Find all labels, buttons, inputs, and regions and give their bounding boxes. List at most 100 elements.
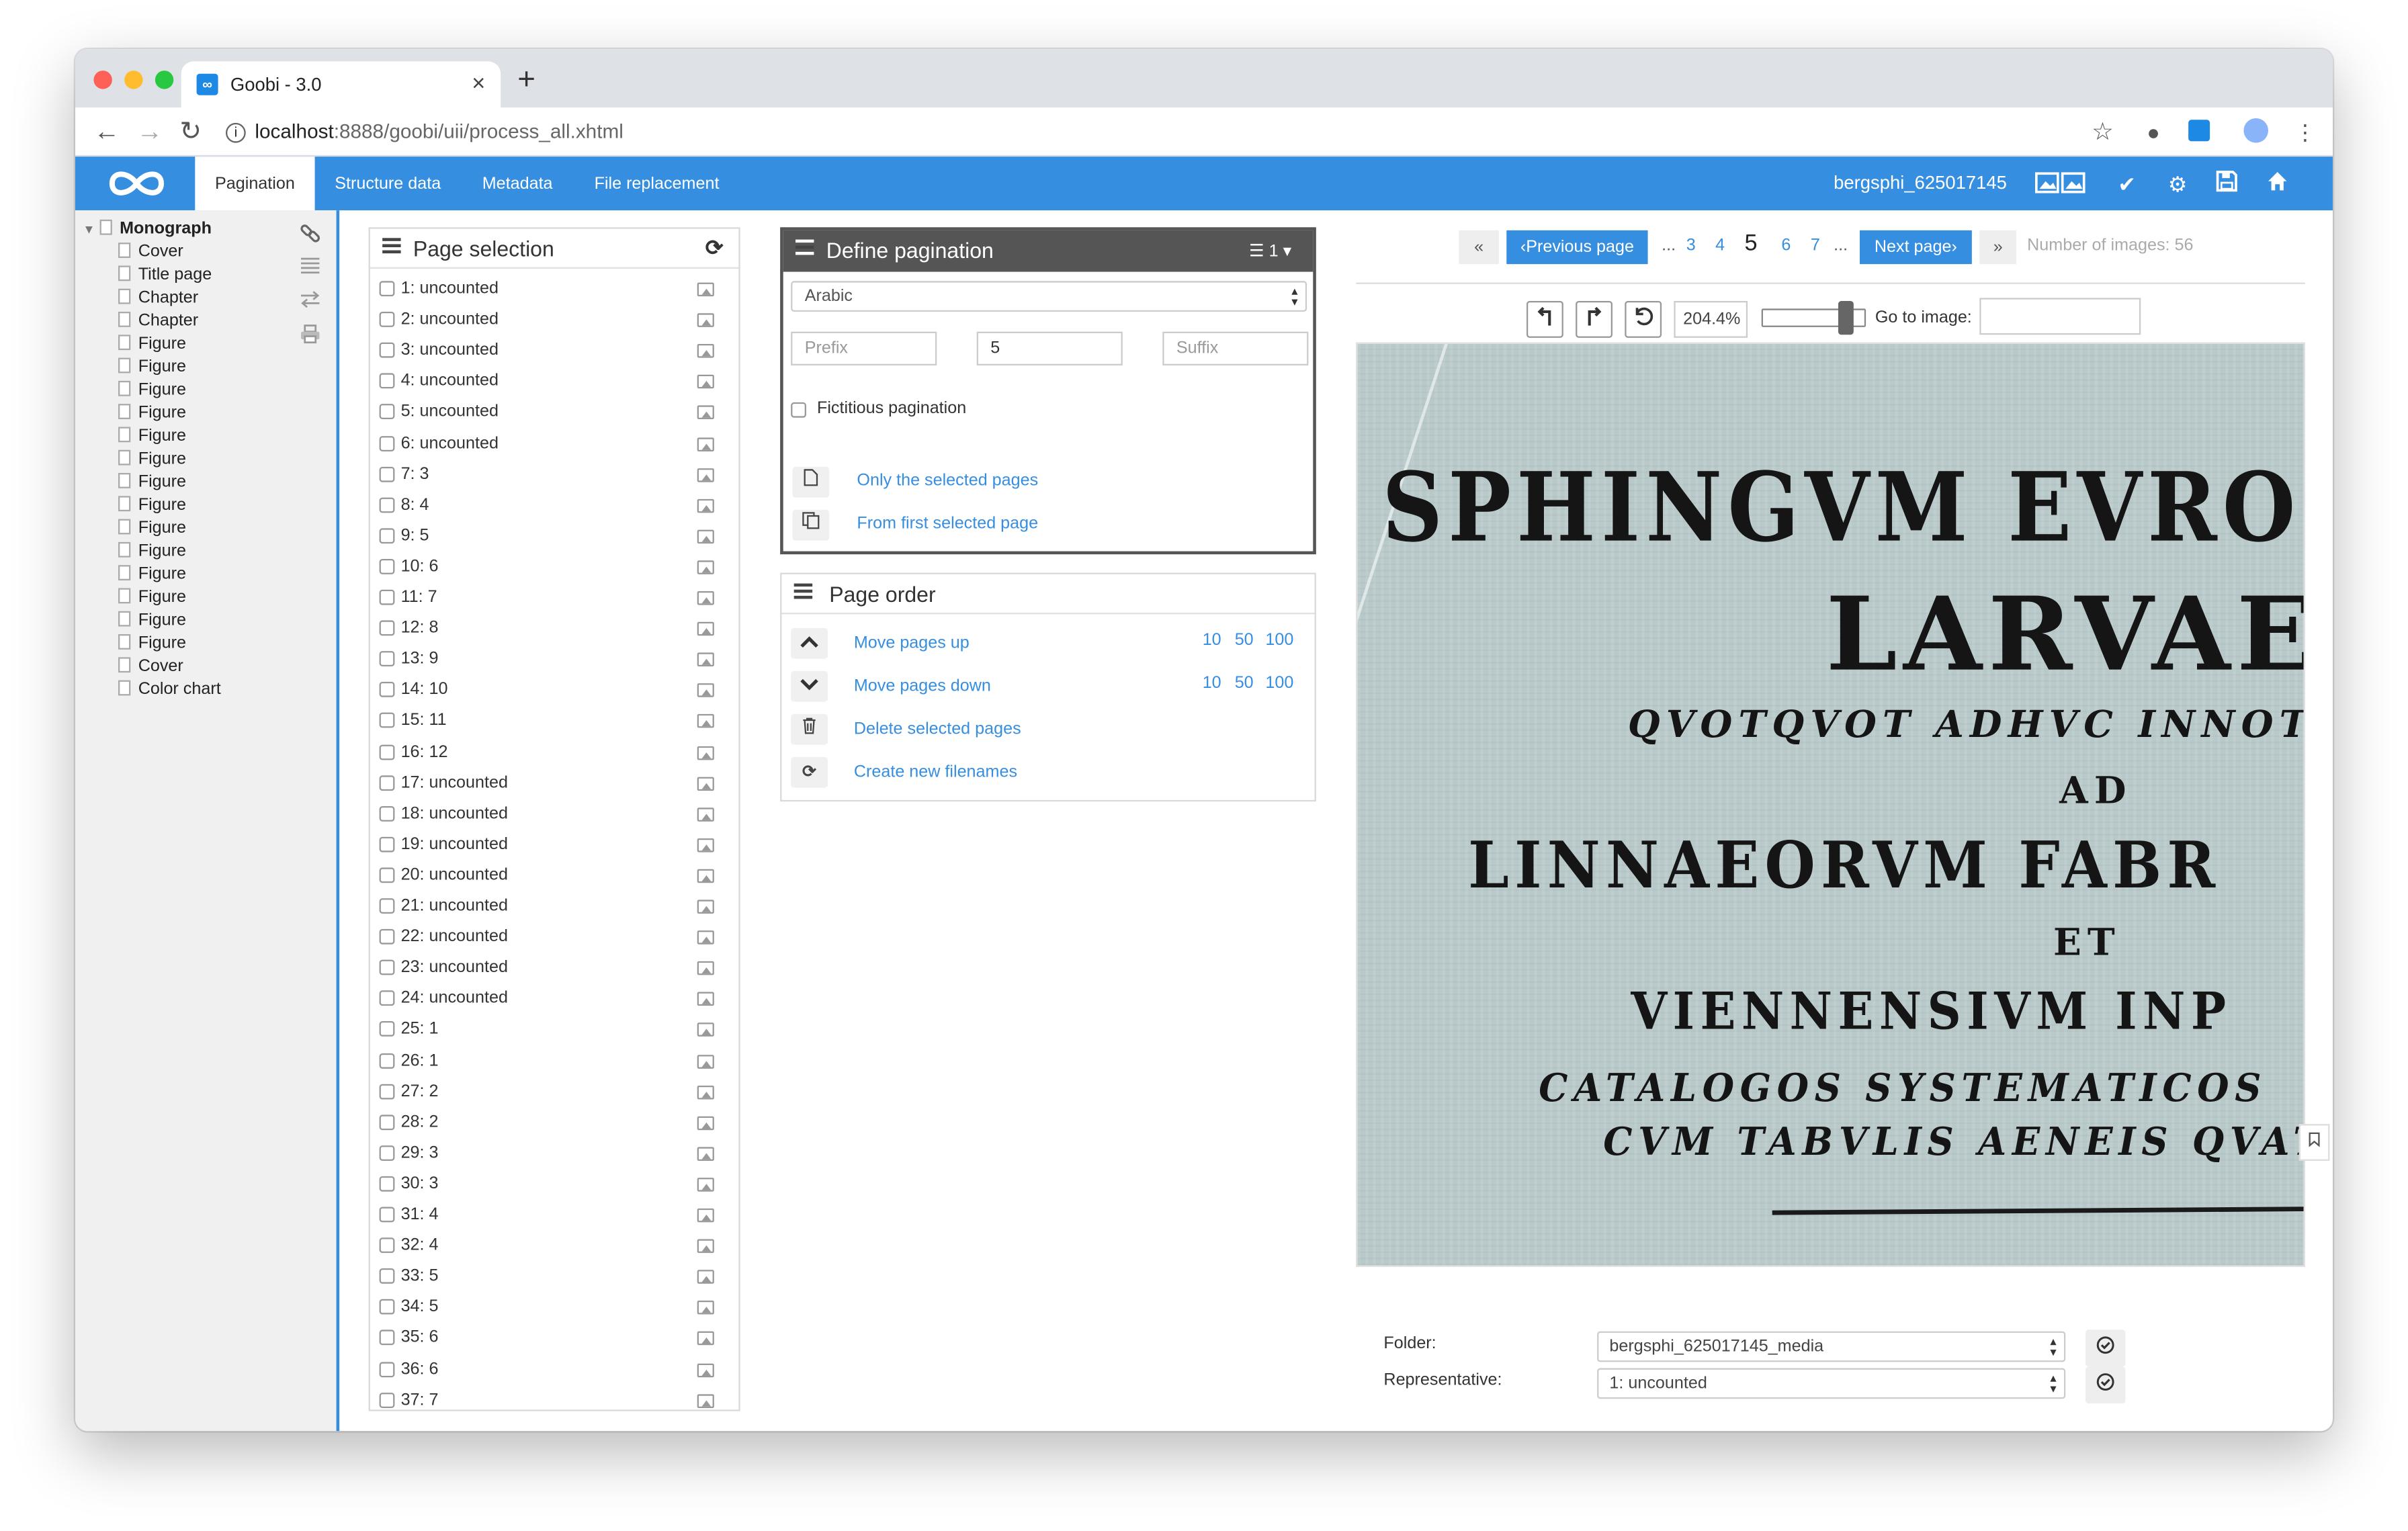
tree-node[interactable]: Cover — [118, 243, 183, 261]
page-row[interactable]: 36: 6 — [370, 1355, 739, 1386]
apply-folder-button[interactable] — [2085, 1329, 2126, 1367]
print-icon[interactable] — [300, 324, 321, 349]
page-checkbox[interactable] — [379, 744, 395, 760]
page-checkbox[interactable] — [379, 435, 395, 451]
page-row[interactable]: 13: 9 — [370, 645, 739, 676]
page-row[interactable]: 21: uncounted — [370, 892, 739, 923]
tree-node[interactable]: Figure — [118, 496, 186, 515]
image-icon[interactable] — [697, 807, 714, 822]
image-icon[interactable] — [697, 961, 714, 975]
zoom-slider[interactable] — [1761, 300, 1866, 335]
validate-check-icon[interactable]: ✔ — [2113, 171, 2141, 198]
page-row[interactable]: 35: 6 — [370, 1324, 739, 1355]
chevron-up-icon[interactable] — [791, 627, 828, 659]
page-row[interactable]: 23: uncounted — [370, 954, 739, 985]
page-checkbox[interactable] — [379, 1268, 395, 1284]
image-icon[interactable] — [697, 621, 714, 636]
image-icon[interactable] — [697, 1270, 714, 1284]
reset-rotation-icon[interactable] — [1625, 300, 1662, 338]
hamburger-menu-icon[interactable] — [382, 238, 401, 254]
extension-trello-icon[interactable] — [2188, 120, 2210, 142]
suffix-input[interactable]: Suffix — [1162, 331, 1309, 365]
tree-node[interactable]: Color chart — [118, 680, 221, 699]
image-icon[interactable] — [697, 375, 714, 389]
page-row[interactable]: 33: 5 — [370, 1262, 739, 1293]
tree-root[interactable]: ▼ Monograph — [83, 219, 212, 238]
page-row[interactable]: 30: 3 — [370, 1170, 739, 1200]
previous-page-button[interactable]: ‹Previous page — [1506, 230, 1648, 265]
tree-node[interactable]: Figure — [118, 335, 186, 353]
page-row[interactable]: 26: 1 — [370, 1047, 739, 1078]
image-icon[interactable] — [697, 560, 714, 574]
page-row[interactable]: 8: 4 — [370, 491, 739, 522]
maximize-window-button[interactable] — [155, 71, 174, 89]
tab-structure-data[interactable]: Structure data — [315, 157, 461, 210]
page-checkbox[interactable] — [379, 990, 395, 1006]
hamburger-menu-icon[interactable] — [795, 239, 814, 255]
page-checkbox[interactable] — [379, 1207, 395, 1223]
page-checkbox[interactable] — [379, 1114, 395, 1130]
home-icon[interactable] — [2264, 171, 2291, 198]
image-icon[interactable] — [697, 714, 714, 729]
move-down-50[interactable]: 50 — [1235, 674, 1254, 692]
page-checkbox[interactable] — [379, 312, 395, 328]
close-tab-icon[interactable]: × — [472, 71, 485, 97]
hamburger-menu-icon[interactable] — [793, 583, 813, 599]
page-checkbox[interactable] — [379, 1299, 395, 1315]
address-bar[interactable]: i localhost:8888/goobi/uii/process_all.xh… — [225, 114, 2131, 150]
page-icon[interactable] — [792, 466, 830, 498]
page-row[interactable]: 28: 2 — [370, 1108, 739, 1139]
move-pages-up-link[interactable]: Move pages up — [854, 634, 970, 652]
tree-node[interactable]: Figure — [118, 588, 186, 607]
page-checkbox[interactable] — [379, 558, 395, 574]
tree-node[interactable]: Figure — [118, 404, 186, 423]
tab-file-replacement[interactable]: File replacement — [574, 157, 739, 210]
page-row[interactable]: 11: 7 — [370, 584, 739, 615]
tree-node[interactable]: Figure — [118, 633, 186, 652]
page-row[interactable]: 22: uncounted — [370, 923, 739, 954]
move-up-50[interactable]: 50 — [1235, 631, 1254, 649]
image-icon[interactable] — [697, 437, 714, 451]
browser-menu-icon[interactable]: ⋮ — [2294, 120, 2316, 146]
page-row[interactable]: 1: uncounted — [370, 275, 739, 306]
tree-node[interactable]: Figure — [118, 611, 186, 629]
chevron-down-icon[interactable] — [791, 670, 828, 702]
page-row[interactable]: 7: 3 — [370, 460, 739, 491]
image-icon[interactable] — [697, 282, 714, 297]
page-row[interactable]: 14: 10 — [370, 676, 739, 707]
move-pages-down-link[interactable]: Move pages down — [854, 677, 991, 695]
page-row[interactable]: 29: 3 — [370, 1139, 739, 1170]
page-row[interactable]: 6: uncounted — [370, 429, 739, 460]
save-icon[interactable] — [2213, 171, 2241, 198]
image-icon[interactable] — [697, 930, 714, 945]
expand-caret-icon[interactable]: ▼ — [83, 222, 95, 236]
page-checkbox[interactable] — [379, 1145, 395, 1161]
page-row[interactable]: 16: 12 — [370, 738, 739, 769]
tree-node[interactable]: Chapter — [118, 311, 198, 330]
tree-node[interactable]: Figure — [118, 427, 186, 445]
page-row[interactable]: 2: uncounted — [370, 306, 739, 337]
reload-icon[interactable]: ↻ — [179, 117, 202, 148]
image-icon[interactable] — [697, 838, 714, 852]
page-checkbox[interactable] — [379, 836, 395, 852]
goobi-logo-icon[interactable] — [100, 165, 174, 203]
page-link-6[interactable]: 6 — [1781, 236, 1791, 255]
tab-pagination[interactable]: Pagination — [195, 157, 315, 211]
page-checkbox[interactable] — [379, 496, 395, 513]
image-icon[interactable] — [697, 1362, 714, 1377]
page-checkbox[interactable] — [379, 775, 395, 791]
page-row[interactable]: 4: uncounted — [370, 367, 739, 398]
page-row[interactable]: 34: 5 — [370, 1293, 739, 1324]
new-tab-button[interactable]: + — [517, 63, 535, 99]
bookmark-icon[interactable] — [2298, 1124, 2330, 1161]
tree-node[interactable]: Figure — [118, 357, 186, 376]
page-row[interactable]: 9: 5 — [370, 522, 739, 553]
page-checkbox[interactable] — [379, 620, 395, 636]
image-icon[interactable] — [697, 652, 714, 667]
page-row[interactable]: 37: 7 — [370, 1386, 739, 1409]
image-icon[interactable] — [697, 776, 714, 791]
goto-image-input[interactable] — [1979, 298, 2141, 335]
image-icon[interactable] — [697, 498, 714, 513]
image-icon[interactable] — [697, 344, 714, 358]
image-icon[interactable] — [697, 683, 714, 698]
